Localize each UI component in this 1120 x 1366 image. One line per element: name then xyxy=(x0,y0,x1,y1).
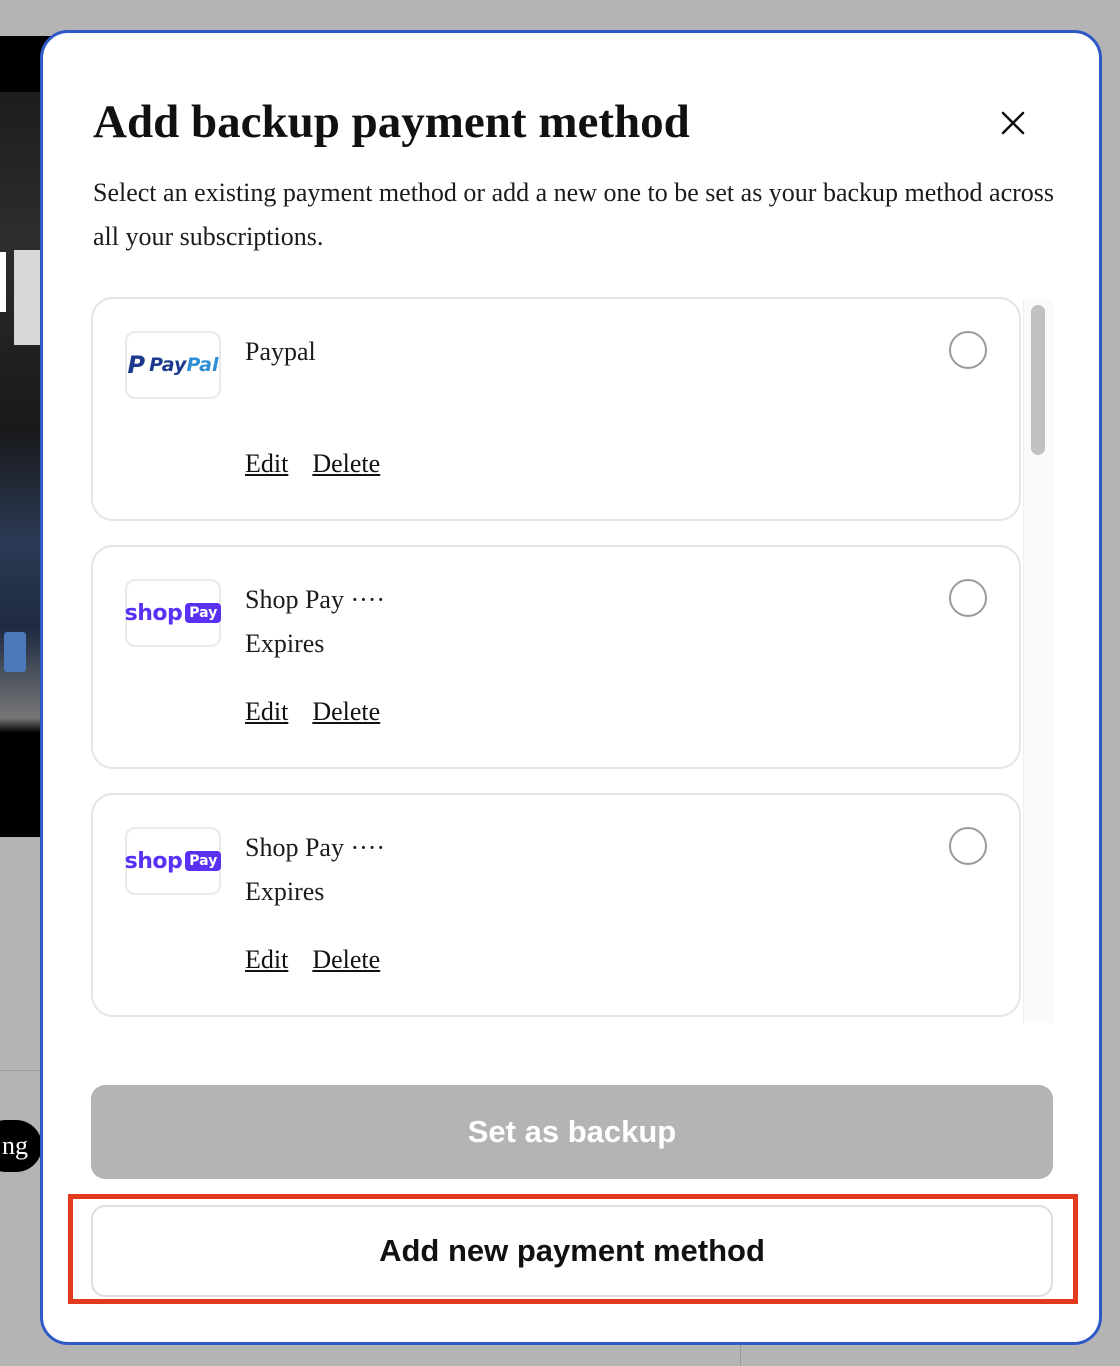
modal-description: Select an existing payment method or add… xyxy=(93,178,1055,251)
background-divider xyxy=(740,1345,741,1366)
add-new-payment-method-button[interactable]: Add new payment method xyxy=(91,1205,1053,1297)
shop-pay-logo: shop Pay xyxy=(125,579,222,647)
close-button[interactable] xyxy=(993,103,1033,143)
payment-method-actions: Edit Delete xyxy=(245,695,380,729)
payment-method-list: P Pay Pal Paypal Edit Delete shop Pay Shop … xyxy=(91,297,1053,1021)
delete-link[interactable]: Delete xyxy=(312,943,380,977)
paypal-logo: P Pay Pal xyxy=(125,331,221,399)
payment-method-card[interactable]: shop Pay Shop Pay ···· Expires Edit Delet… xyxy=(91,793,1021,1017)
payment-method-expiry: Expires xyxy=(245,877,325,906)
payment-method-radio[interactable] xyxy=(949,579,987,617)
shop-pay-logo-text: shop xyxy=(124,600,183,626)
delete-link[interactable]: Delete xyxy=(312,447,380,481)
payment-method-expiry: Expires xyxy=(245,629,325,658)
shop-pay-logo-badge: Pay xyxy=(185,851,222,871)
background-image-block xyxy=(14,250,40,345)
paypal-p-icon: P xyxy=(127,351,146,379)
paypal-logo-text: Pal xyxy=(186,354,219,376)
payment-method-name: Paypal xyxy=(245,337,316,366)
shop-pay-logo-text: shop xyxy=(124,848,183,874)
payment-method-radio[interactable] xyxy=(949,827,987,865)
payment-method-radio[interactable] xyxy=(949,331,987,369)
payment-method-name: Shop Pay ···· xyxy=(245,833,386,862)
payment-method-actions: Edit Delete xyxy=(245,447,380,481)
backup-payment-modal: Add backup payment method Select an exis… xyxy=(40,30,1102,1345)
payment-method-name: Shop Pay ···· xyxy=(245,585,386,614)
shop-pay-logo: shop Pay xyxy=(125,827,222,895)
shop-pay-logo-mark: shop Pay xyxy=(125,849,222,874)
background-pill-button: ng xyxy=(0,1120,42,1172)
paypal-logo-mark: P Pay Pal xyxy=(128,351,219,379)
shop-pay-logo-badge: Pay xyxy=(185,603,222,623)
set-as-backup-button[interactable]: Set as backup xyxy=(91,1085,1053,1179)
shop-pay-logo-mark: shop Pay xyxy=(125,601,222,626)
background-image-block xyxy=(0,252,6,312)
edit-link[interactable]: Edit xyxy=(245,695,288,729)
payment-method-actions: Edit Delete xyxy=(245,943,380,977)
background-image-badge xyxy=(4,632,26,672)
edit-link[interactable]: Edit xyxy=(245,943,288,977)
payment-method-card[interactable]: shop Pay Shop Pay ···· Expires Edit Delet… xyxy=(91,545,1021,769)
edit-link[interactable]: Edit xyxy=(245,447,288,481)
paypal-logo-text: Pay xyxy=(149,354,187,376)
delete-link[interactable]: Delete xyxy=(312,695,380,729)
list-scrollbar-thumb[interactable] xyxy=(1031,305,1045,455)
close-icon xyxy=(1001,111,1025,135)
payment-method-card[interactable]: P Pay Pal Paypal Edit Delete xyxy=(91,297,1021,521)
modal-title: Add backup payment method xyxy=(93,96,690,148)
